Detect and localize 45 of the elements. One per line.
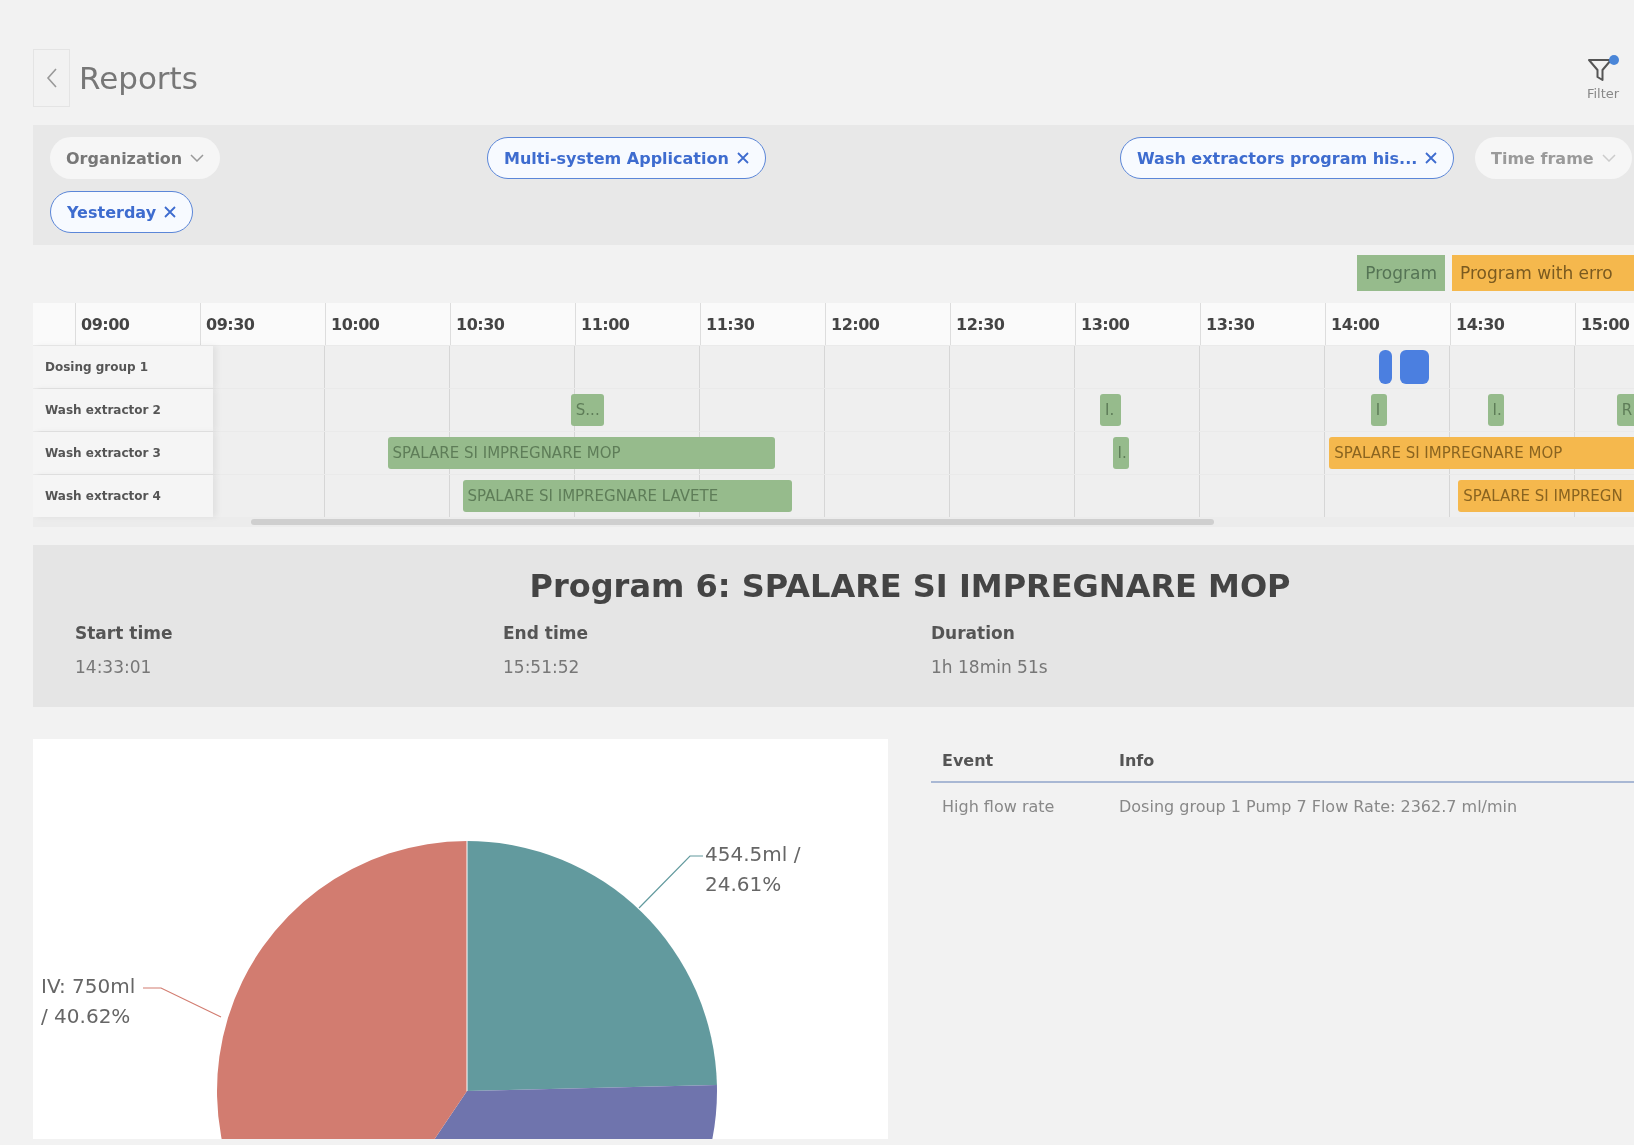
field-label: Start time bbox=[75, 623, 174, 643]
program-bar[interactable]: SPALARE SI IMPREGNARE MOP bbox=[387, 437, 775, 469]
program-bar[interactable]: SPALARE SI IMPREGNARE LAVETE bbox=[462, 480, 792, 512]
table-cell-text: Dosing group 1 Pump 7 Flow Rate: 2362.7 ml/min bbox=[1118, 796, 1519, 816]
field-value: 1h 18min 51s bbox=[931, 657, 1049, 677]
row-label: Wash extractor 3 bbox=[33, 432, 213, 474]
pie-label: 454.5ml / 24.61% bbox=[705, 841, 801, 898]
chevron-left-icon bbox=[45, 66, 58, 89]
dosing-block[interactable] bbox=[1379, 350, 1392, 384]
close-icon bbox=[736, 152, 749, 164]
field-label: End time bbox=[503, 623, 589, 643]
dropdown-button[interactable]: Organization bbox=[50, 137, 221, 179]
legend-item: Program bbox=[1357, 255, 1445, 291]
filter-icon bbox=[1586, 54, 1620, 84]
program-bar[interactable]: R bbox=[1616, 394, 1634, 426]
filter-chip[interactable]: Yesterday bbox=[50, 191, 194, 233]
pie-label: IV: 750ml / 40.62% bbox=[41, 973, 136, 1030]
field-value: 14:33:01 bbox=[75, 657, 153, 677]
row-label: Dosing group 1 bbox=[33, 346, 213, 388]
leader-line bbox=[638, 855, 704, 909]
field-label: Duration bbox=[931, 623, 1016, 643]
program-bar[interactable]: SPALARE SI IMPREGN bbox=[1458, 480, 1634, 512]
field-value: 15:51:52 bbox=[503, 657, 581, 677]
program-bar[interactable]: I. bbox=[1487, 394, 1505, 426]
column-header: Info bbox=[1118, 750, 1156, 770]
table-cell-text: High flow rate bbox=[941, 796, 1056, 816]
close-icon bbox=[1425, 152, 1438, 164]
program-bar[interactable]: I. bbox=[1100, 394, 1121, 426]
filter-chip[interactable]: Multi-system Application bbox=[487, 137, 766, 179]
filter-chip[interactable]: Wash extractors program his... bbox=[1120, 137, 1455, 179]
chevron-down-icon bbox=[190, 154, 205, 162]
chevron-down-icon bbox=[1601, 154, 1616, 162]
scrollbar-thumb[interactable] bbox=[251, 519, 1214, 525]
program-bar[interactable]: S... bbox=[570, 394, 605, 426]
row-label: Wash extractor 4 bbox=[33, 475, 213, 517]
legend-item: Program with erro bbox=[1452, 255, 1634, 291]
row-label: Wash extractor 2 bbox=[33, 389, 213, 431]
dosing-block[interactable] bbox=[1400, 350, 1430, 384]
program-bar[interactable]: SPALARE SI IMPREGNARE MOP bbox=[1329, 437, 1634, 469]
column-header: Event bbox=[941, 750, 995, 770]
close-icon bbox=[164, 206, 177, 218]
page-title: Reports bbox=[79, 59, 198, 96]
filter-button[interactable]: Filter bbox=[1586, 54, 1620, 101]
program-title: Program 6: SPALARE SI IMPREGNARE MOP bbox=[528, 567, 1292, 605]
program-bar[interactable]: I. bbox=[1112, 437, 1130, 469]
